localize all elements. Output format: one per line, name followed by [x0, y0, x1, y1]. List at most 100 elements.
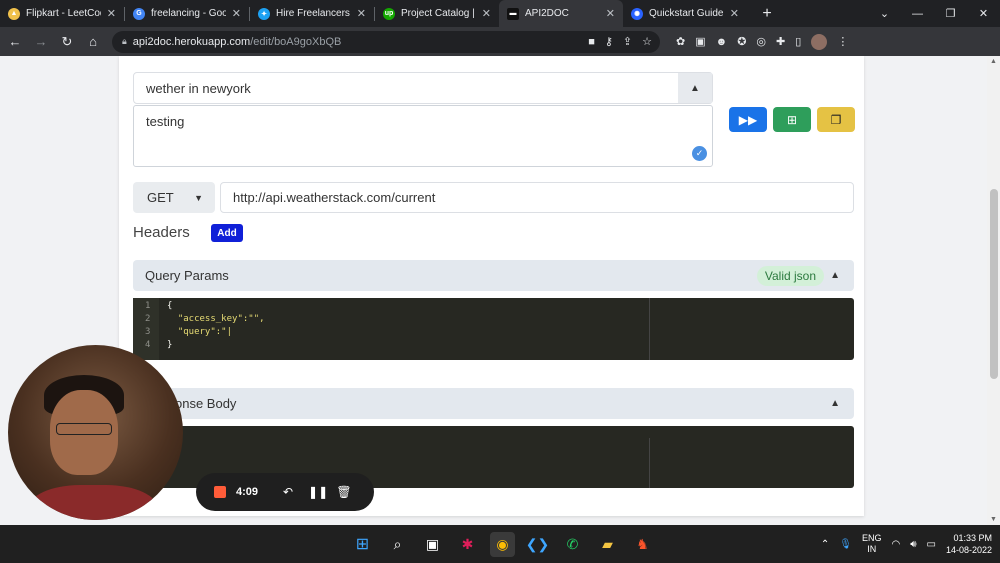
webcam-glasses: [56, 423, 112, 435]
metamask-icon[interactable]: ✪: [737, 35, 746, 48]
description-textarea[interactable]: testing ✓: [133, 105, 713, 167]
avatar[interactable]: [811, 33, 828, 50]
tab-title: Flipkart - LeetCod: [26, 8, 101, 19]
code-line: "query":"|: [167, 327, 233, 337]
chevron-up-icon[interactable]: ⌃: [821, 539, 829, 550]
taskbar: ⊞ ⌕ ▣ ✱ ◉ ❮❯ ✆ ▰ ♞ ⌃ 🎙︎ ENG IN ◠ 🔊︎ ▭ 01…: [0, 525, 1000, 563]
puzzle-icon[interactable]: ✚: [776, 35, 785, 48]
battery-icon[interactable]: ▭: [927, 539, 936, 550]
extension-icon[interactable]: ▣: [695, 35, 705, 48]
tab-title: API2DOC: [525, 8, 569, 19]
volume-icon[interactable]: 🔊︎: [910, 539, 916, 550]
new-tab-icon[interactable]: +: [757, 5, 777, 23]
save-button[interactable]: ⊞: [773, 107, 811, 132]
chevron-up-icon[interactable]: ▲: [678, 73, 712, 103]
file-explorer-icon[interactable]: ▰: [595, 532, 620, 557]
request-name: wether in newyork: [146, 80, 251, 96]
search-icon[interactable]: ⌕: [385, 532, 410, 557]
url-omnibox[interactable]: 🔒︎ api2doc.herokuapp.com/edit/boA9goXbQB…: [112, 30, 660, 53]
back-icon[interactable]: ←: [4, 34, 26, 49]
chrome-icon[interactable]: ◉: [490, 531, 515, 557]
url-input[interactable]: http://api.weatherstack.com/current: [220, 182, 854, 213]
copy-button[interactable]: ❐: [817, 107, 855, 132]
scroll-up-icon[interactable]: ▲: [987, 58, 1000, 65]
reload-icon[interactable]: ↻: [56, 34, 78, 50]
close-tab-icon[interactable]: ✕: [606, 7, 615, 20]
extensions: ✿ ▣ ☻ ✪ ◎ ✚ ▯ ⋮: [676, 33, 848, 50]
close-tab-icon[interactable]: ✕: [232, 7, 241, 20]
menu-icon[interactable]: ⋮: [837, 35, 848, 48]
tab-title: Project Catalog | U: [401, 8, 476, 19]
chevron-up-icon[interactable]: ▲: [830, 270, 840, 281]
browser-tab[interactable]: G freelancing - Goo ✕: [125, 0, 249, 27]
task-view-icon[interactable]: ▣: [420, 532, 445, 557]
home-icon[interactable]: ⌂: [82, 34, 104, 49]
add-header-button[interactable]: Add: [211, 224, 243, 242]
camera-icon[interactable]: ■: [588, 36, 595, 48]
close-window-icon[interactable]: ✕: [967, 7, 1000, 20]
scroll-down-icon[interactable]: ▼: [987, 516, 1000, 523]
line-number: 3: [145, 327, 151, 337]
browser-tab[interactable]: ▲ Flipkart - LeetCod ✕: [0, 0, 124, 27]
share-icon[interactable]: ⇪: [623, 35, 632, 48]
query-params-editor[interactable]: 1 2 3 4 { "access_key":"", "query":"| }: [133, 298, 854, 360]
code-line: "access_key":"",: [167, 314, 265, 324]
browser-tab-active[interactable]: ▬ API2DOC ✕: [499, 0, 623, 27]
clock-date: 14-08-2022: [945, 545, 992, 555]
api2doc-favicon-icon: ▬: [507, 7, 519, 20]
forward-icon[interactable]: →: [30, 34, 52, 49]
webcam-shirt: [28, 485, 158, 520]
address-bar: ← → ↻ ⌂ 🔒︎ api2doc.herokuapp.com/edit/bo…: [0, 27, 1000, 56]
trash-icon[interactable]: 🗑︎: [336, 485, 352, 499]
undo-icon[interactable]: ↶: [280, 485, 296, 499]
extension-icon[interactable]: ✿: [676, 35, 685, 48]
response-body-accordion[interactable]: onse Body ▲: [133, 388, 854, 419]
close-tab-icon[interactable]: ✕: [107, 7, 116, 20]
method-select[interactable]: GET ▼: [133, 182, 215, 213]
url-host: api2doc.herokuapp.com: [132, 35, 251, 48]
wifi-icon[interactable]: ◠: [891, 539, 900, 550]
extension-icon[interactable]: ◎: [756, 35, 766, 48]
browser-tab[interactable]: ✺ Quickstart Guide | ✕: [623, 0, 747, 27]
line-number: 2: [145, 314, 151, 324]
scroll-thumb[interactable]: [990, 189, 998, 379]
key-icon[interactable]: ⚷: [605, 35, 613, 48]
brave-icon[interactable]: ♞: [630, 532, 655, 557]
tab-title: Hire Freelancers &: [276, 8, 351, 19]
copy-icon: ❐: [830, 112, 842, 127]
google-favicon-icon: G: [133, 7, 145, 20]
sidebar-icon[interactable]: ▯: [795, 35, 801, 48]
slack-icon[interactable]: ✱: [455, 532, 480, 557]
whatsapp-icon[interactable]: ✆: [560, 532, 585, 557]
line-number: 4: [145, 340, 151, 350]
fast-forward-icon: ▶▶: [738, 112, 758, 127]
tab-search-icon[interactable]: ⌄: [868, 7, 901, 20]
minimize-icon[interactable]: —: [901, 8, 934, 20]
close-tab-icon[interactable]: ✕: [730, 7, 739, 20]
url-path: /edit/boA9goXbQB: [250, 35, 342, 48]
bookmark-star-icon[interactable]: ☆: [642, 35, 652, 48]
close-tab-icon[interactable]: ✕: [482, 7, 491, 20]
status-badge: Valid json: [756, 265, 824, 286]
restore-icon[interactable]: ❐: [934, 7, 967, 20]
query-params-accordion[interactable]: Query Params Valid json ▲: [133, 260, 854, 291]
request-selector[interactable]: wether in newyork ▲: [133, 72, 713, 104]
extension-icon[interactable]: ☻: [716, 36, 728, 48]
browser-tab[interactable]: ✦ Hire Freelancers & ✕: [250, 0, 374, 27]
vscode-icon[interactable]: ❮❯: [525, 532, 550, 557]
page-scrollbar[interactable]: ▲ ▼: [987, 56, 1000, 525]
language-indicator[interactable]: ENG IN: [862, 533, 882, 555]
close-tab-icon[interactable]: ✕: [357, 7, 366, 20]
pause-icon[interactable]: ❚❚: [308, 485, 328, 499]
upwork-favicon-icon: up: [383, 7, 395, 20]
start-icon[interactable]: ⊞: [350, 532, 375, 557]
chevron-up-icon[interactable]: ▲: [830, 398, 840, 409]
run-button[interactable]: ▶▶: [729, 107, 767, 132]
browser-tab[interactable]: up Project Catalog | U ✕: [375, 0, 499, 27]
stop-recording-button[interactable]: [214, 486, 226, 498]
microphone-icon[interactable]: 🎙︎: [839, 539, 852, 550]
code-line: {: [167, 301, 173, 311]
bird-favicon-icon: ✦: [258, 7, 270, 20]
tab-title: freelancing - Goo: [151, 8, 226, 19]
clock[interactable]: 01:33 PM 14-08-2022: [946, 532, 992, 556]
